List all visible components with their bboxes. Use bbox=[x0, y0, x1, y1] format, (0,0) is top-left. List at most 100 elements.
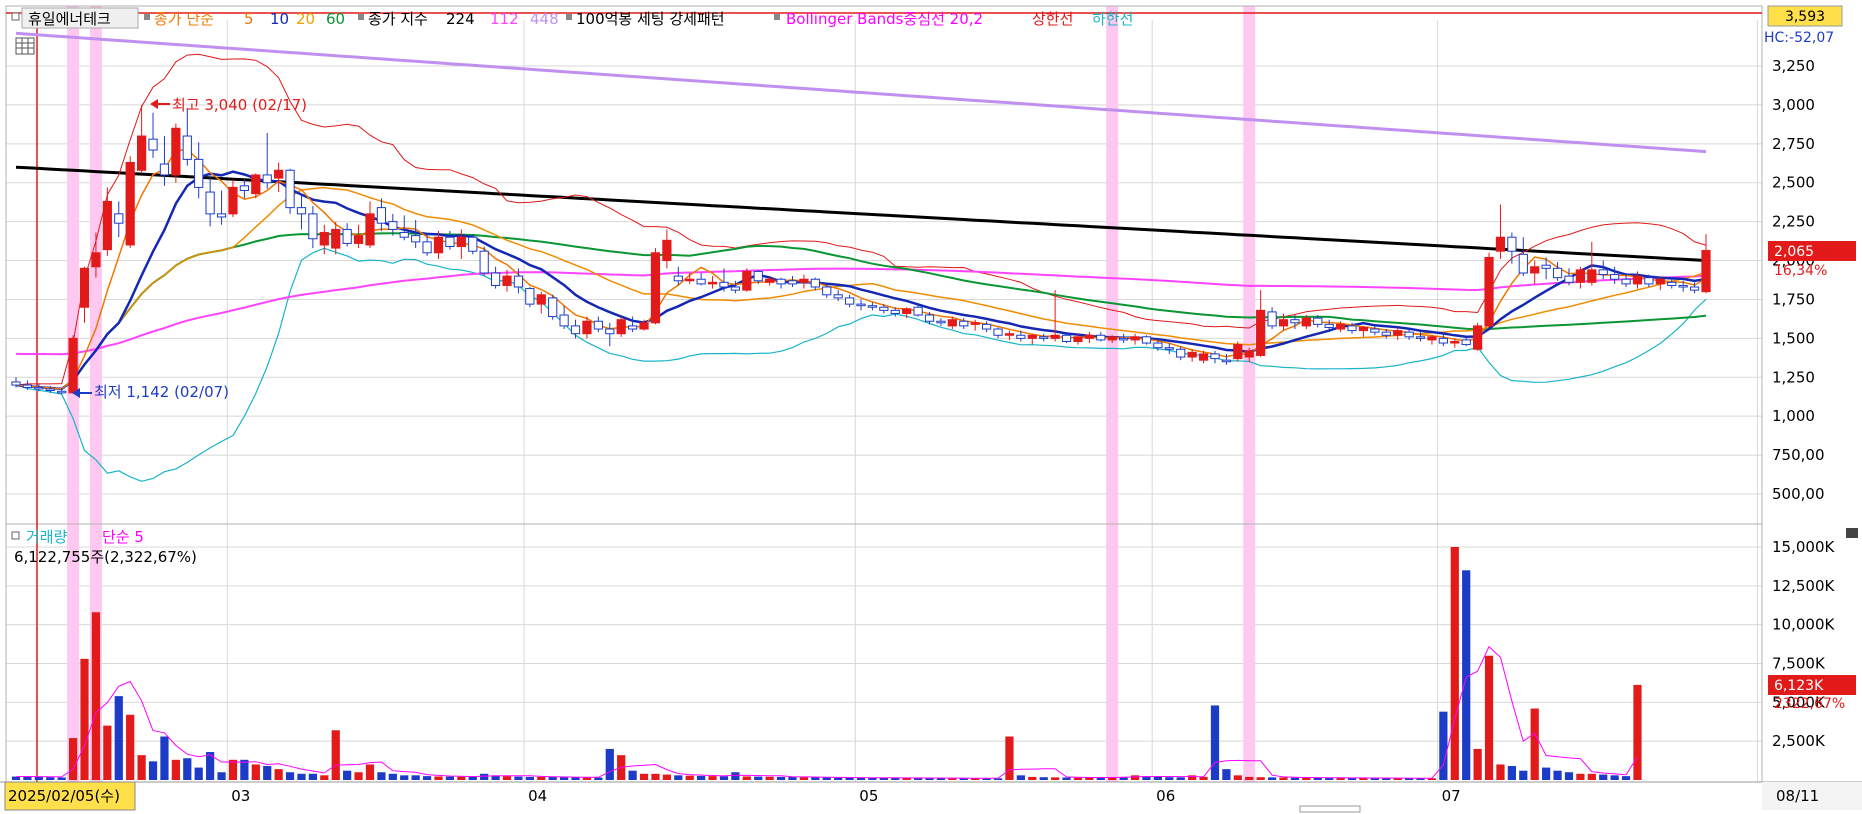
volume-bar[interactable] bbox=[1610, 775, 1619, 780]
candle[interactable] bbox=[1233, 341, 1243, 362]
volume-bar[interactable] bbox=[1473, 748, 1482, 780]
volume-bar[interactable] bbox=[1621, 776, 1631, 780]
volume-bar[interactable] bbox=[354, 772, 363, 780]
volume-bar[interactable] bbox=[1222, 769, 1231, 780]
volume-bar[interactable] bbox=[1439, 711, 1448, 780]
volume-bar[interactable] bbox=[628, 770, 637, 780]
stock-chart[interactable]: 3,2503,0002,7502,5002,2502,0001,7501,500… bbox=[0, 0, 1862, 814]
volume-bar[interactable] bbox=[160, 736, 169, 780]
volume-bar[interactable] bbox=[742, 776, 751, 780]
volume-bar[interactable] bbox=[548, 777, 557, 780]
volume-bar[interactable] bbox=[811, 777, 820, 780]
volume-bar[interactable] bbox=[639, 773, 649, 780]
volume-bar[interactable] bbox=[754, 776, 763, 780]
volume-bar[interactable] bbox=[91, 612, 101, 780]
volume-bar[interactable] bbox=[559, 777, 569, 780]
volume-bar[interactable] bbox=[1542, 767, 1551, 780]
collapse-icon[interactable] bbox=[1846, 528, 1858, 538]
volume-bar[interactable] bbox=[274, 769, 283, 780]
volume-bar[interactable] bbox=[80, 658, 89, 780]
volume-bar[interactable] bbox=[605, 748, 614, 780]
volume-bar[interactable] bbox=[1130, 775, 1140, 780]
candle[interactable] bbox=[525, 287, 535, 308]
volume-bar[interactable] bbox=[171, 759, 180, 780]
volume-bar[interactable] bbox=[285, 772, 295, 780]
volume-bar[interactable] bbox=[1005, 736, 1014, 780]
volume-bar[interactable] bbox=[685, 775, 694, 780]
volume-bar[interactable] bbox=[194, 767, 203, 780]
volume-bar[interactable] bbox=[297, 773, 306, 780]
volume-bar[interactable] bbox=[308, 773, 318, 780]
volume-bar[interactable] bbox=[331, 730, 340, 780]
candle[interactable] bbox=[479, 246, 489, 277]
volume-bar[interactable] bbox=[320, 775, 329, 780]
volume-bar[interactable] bbox=[697, 775, 706, 780]
volume-bar[interactable] bbox=[114, 696, 123, 780]
volume-bar[interactable] bbox=[1313, 777, 1322, 780]
volume-bar[interactable] bbox=[594, 777, 603, 780]
volume-bar[interactable] bbox=[514, 776, 523, 780]
candle[interactable] bbox=[285, 168, 295, 214]
volume-bar[interactable] bbox=[457, 776, 466, 780]
volume-bar[interactable] bbox=[103, 725, 112, 780]
volume-bar[interactable] bbox=[1165, 777, 1174, 780]
volume-bar[interactable] bbox=[674, 775, 683, 780]
candle[interactable] bbox=[742, 268, 752, 292]
volume-bar[interactable] bbox=[708, 776, 717, 780]
volume-bar[interactable] bbox=[1210, 705, 1220, 780]
volume-bar[interactable] bbox=[1496, 764, 1505, 780]
volume-bar[interactable] bbox=[1051, 777, 1060, 780]
table-icon[interactable] bbox=[15, 37, 35, 55]
volume-bar[interactable] bbox=[731, 772, 740, 780]
volume-bar[interactable] bbox=[1245, 776, 1254, 780]
volume-bar[interactable] bbox=[834, 777, 843, 780]
volume-bar[interactable] bbox=[126, 714, 135, 780]
volume-bar[interactable] bbox=[68, 738, 78, 780]
volume-bar[interactable] bbox=[651, 773, 660, 780]
volume-bar[interactable] bbox=[822, 777, 831, 780]
volume-bar[interactable] bbox=[1633, 684, 1642, 780]
volume-bar[interactable] bbox=[377, 772, 386, 780]
volume-bar[interactable] bbox=[1599, 774, 1608, 780]
volume-bar[interactable] bbox=[388, 773, 397, 780]
volume-bar[interactable] bbox=[1279, 777, 1288, 780]
candle[interactable] bbox=[171, 123, 181, 183]
volume-bar[interactable] bbox=[799, 777, 809, 780]
legend-toggle-icon[interactable] bbox=[11, 12, 20, 21]
volume-bar[interactable] bbox=[582, 777, 592, 780]
volume-bar[interactable] bbox=[571, 777, 580, 780]
volume-bar[interactable] bbox=[445, 776, 455, 780]
volume-bar[interactable] bbox=[1519, 770, 1528, 780]
candle[interactable] bbox=[650, 248, 661, 325]
volume-bar[interactable] bbox=[137, 755, 146, 780]
volume-bar[interactable] bbox=[1587, 773, 1596, 780]
volume-bar[interactable] bbox=[34, 776, 43, 780]
volume-bar[interactable] bbox=[1016, 775, 1025, 780]
volume-toggle-icon[interactable] bbox=[11, 531, 20, 540]
volume-bar[interactable] bbox=[11, 776, 21, 780]
volume-bar[interactable] bbox=[525, 776, 534, 780]
volume-bar[interactable] bbox=[422, 776, 432, 780]
candle[interactable] bbox=[125, 156, 135, 249]
volume-bar[interactable] bbox=[1153, 776, 1163, 780]
volume-bar[interactable] bbox=[1028, 776, 1037, 780]
volume-bar[interactable] bbox=[1507, 766, 1516, 780]
volume-bar[interactable] bbox=[1256, 777, 1265, 780]
volume-bar[interactable] bbox=[57, 777, 66, 780]
volume-bar[interactable] bbox=[1233, 775, 1242, 780]
volume-bar[interactable] bbox=[1484, 655, 1494, 780]
volume-bar[interactable] bbox=[776, 776, 786, 780]
volume-bar[interactable] bbox=[46, 777, 55, 780]
volume-bar[interactable] bbox=[765, 776, 774, 780]
volume-bar[interactable] bbox=[468, 776, 477, 780]
volume-bar[interactable] bbox=[1450, 547, 1459, 780]
volume-bar[interactable] bbox=[1576, 773, 1585, 780]
volume-bar[interactable] bbox=[1199, 776, 1208, 780]
volume-bar[interactable] bbox=[251, 764, 260, 780]
volume-bar[interactable] bbox=[537, 776, 546, 780]
volume-bar[interactable] bbox=[1176, 777, 1185, 780]
volume-bar[interactable] bbox=[1062, 777, 1071, 780]
volume-bar[interactable] bbox=[1073, 777, 1083, 780]
volume-bar[interactable] bbox=[411, 775, 420, 780]
volume-bar[interactable] bbox=[263, 766, 272, 780]
